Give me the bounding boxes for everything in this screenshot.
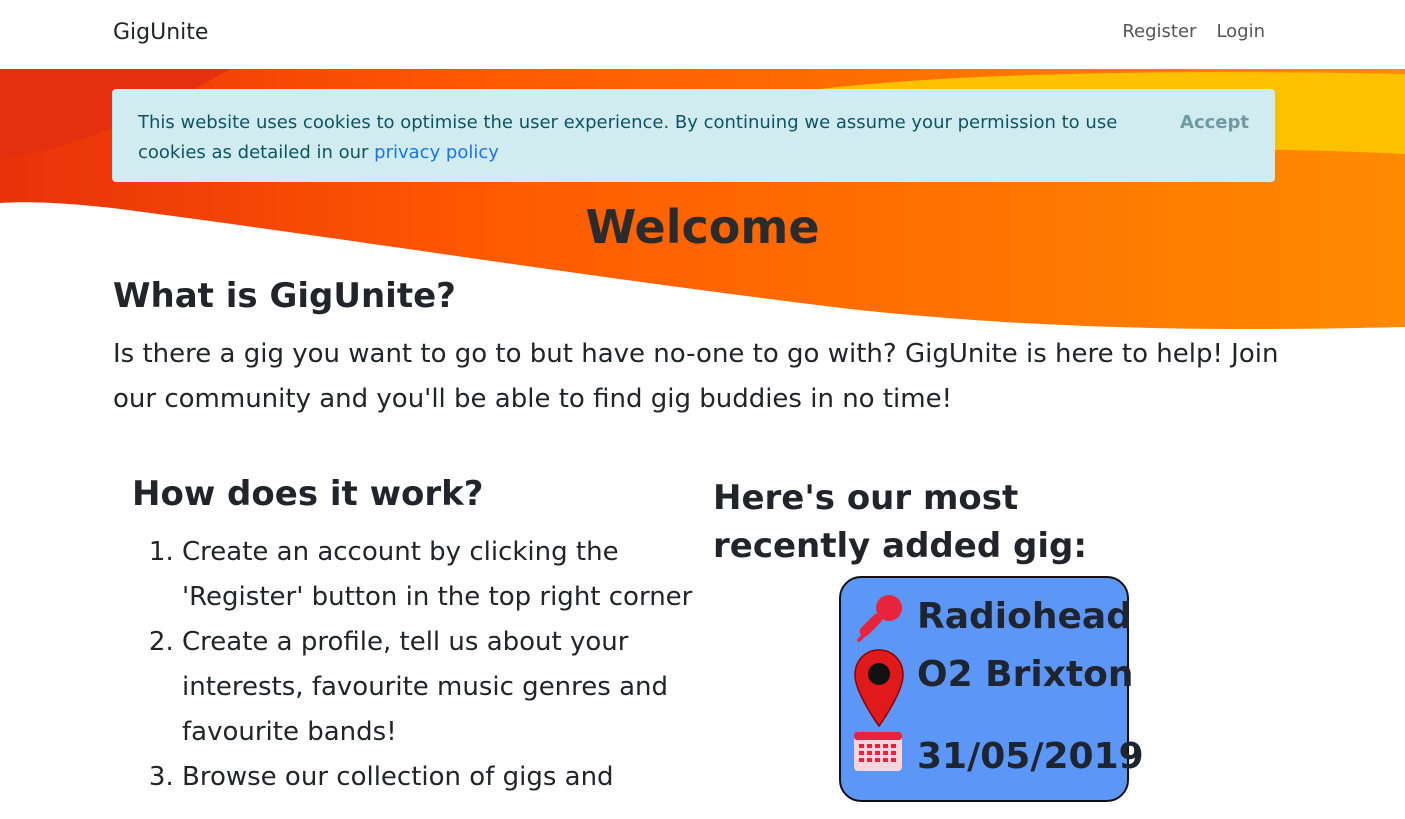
cookie-message: This website uses cookies to optimise th… — [138, 112, 1118, 163]
step-item: Create an account by clicking the 'Regis… — [182, 530, 742, 620]
recent-gig-card[interactable]: Radiohead O2 Brixton 31/05/2019 — [839, 576, 1144, 802]
how-it-works-heading: How does it work? — [132, 474, 484, 514]
privacy-policy-link[interactable]: privacy policy — [374, 142, 499, 163]
intro-paragraph: Is there a gig you want to go to but hav… — [113, 339, 1279, 414]
steps-list: Create an account by clicking the 'Regis… — [132, 530, 742, 800]
page: GigUnite Register Login This website use… — [0, 0, 1405, 819]
nav-links: Register Login — [1122, 21, 1265, 42]
gig-venue: O2 Brixton — [917, 654, 1134, 695]
cookie-notice: This website uses cookies to optimise th… — [112, 89, 1275, 182]
gig-date: 31/05/2019 — [917, 736, 1144, 777]
microphone-icon — [857, 595, 902, 642]
login-link[interactable]: Login — [1216, 21, 1265, 42]
gig-venue-row: O2 Brixton — [917, 654, 1134, 695]
welcome-heading: Welcome — [585, 200, 820, 254]
what-is-heading: What is GigUnite? — [113, 276, 456, 316]
step-item: Browse our collection of gigs and — [182, 755, 742, 800]
cookie-text-block: This website uses cookies to optimise th… — [138, 108, 1188, 168]
navbar: GigUnite Register Login — [0, 0, 1405, 69]
accept-cookies-button[interactable]: Accept — [1180, 108, 1249, 138]
gig-artist-row: Radiohead — [917, 596, 1132, 637]
calendar-icon — [854, 732, 902, 771]
recent-gig-heading: Here's our most recently added gig: — [713, 478, 1087, 566]
step-item: Create a profile, tell us about your int… — [182, 620, 742, 755]
map-pin-icon — [854, 649, 904, 728]
gig-date-row: 31/05/2019 — [917, 736, 1144, 777]
brand-logo[interactable]: GigUnite — [113, 20, 208, 45]
register-link[interactable]: Register — [1122, 21, 1196, 42]
gig-artist: Radiohead — [917, 596, 1132, 637]
